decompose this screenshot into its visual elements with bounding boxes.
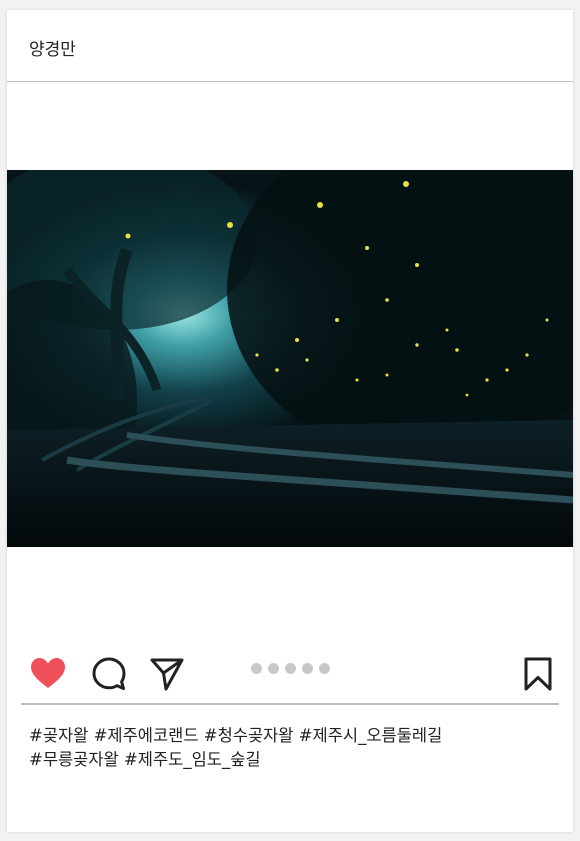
carousel-dot[interactable] — [285, 663, 296, 674]
username[interactable]: 양경만 — [29, 35, 76, 60]
post-header: 양경만 — [7, 10, 573, 82]
divider — [21, 703, 559, 705]
carousel-dot[interactable] — [319, 663, 330, 674]
paper-plane-icon[interactable] — [149, 656, 185, 692]
hashtag-line[interactable]: #무릉곶자왈 #제주도_임도_숲길 — [29, 748, 549, 772]
bookmark-icon[interactable] — [523, 656, 553, 692]
post-photo[interactable] — [7, 170, 573, 547]
comment-bubble-icon[interactable] — [91, 656, 127, 692]
hashtag-line[interactable]: #곶자왈 #제주에코랜드 #청수곶자왈 #제주시_오름둘레길 — [29, 724, 549, 748]
carousel-indicator — [251, 663, 330, 675]
carousel-dot[interactable] — [302, 663, 313, 674]
post-card: 양경만 #곶자왈 #제주에코랜드 #청수곶자왈 #제주시_오름둘레길 #무릉곶자… — [7, 10, 573, 832]
carousel-dot[interactable] — [251, 663, 262, 674]
hashtag-caption: #곶자왈 #제주에코랜드 #청수곶자왈 #제주시_오름둘레길 #무릉곶자왈 #제… — [29, 724, 549, 772]
carousel-dot[interactable] — [268, 663, 279, 674]
heart-icon[interactable] — [29, 656, 67, 690]
action-bar — [7, 650, 573, 700]
